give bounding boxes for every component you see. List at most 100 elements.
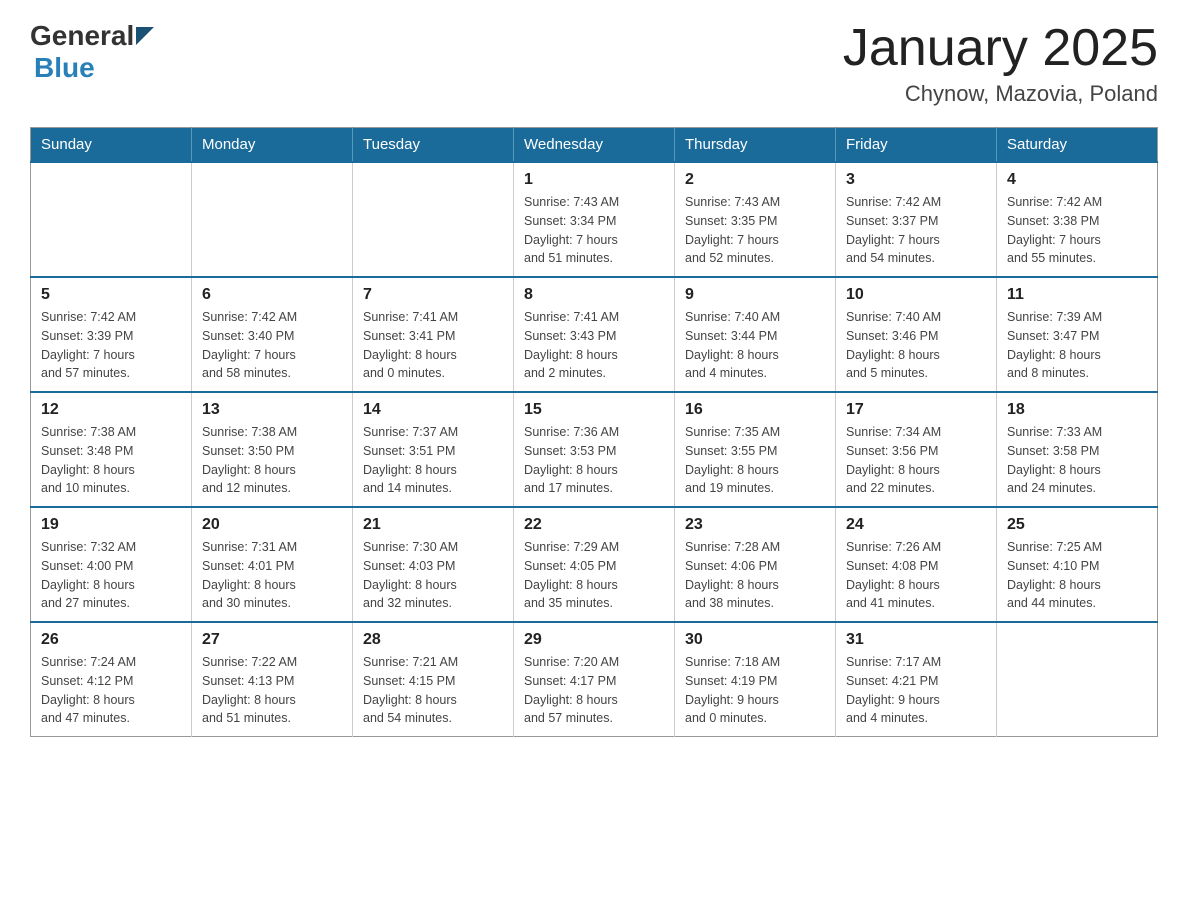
day-info: Sunrise: 7:25 AM Sunset: 4:10 PM Dayligh… [1007,538,1147,613]
calendar-cell-3-2: 21Sunrise: 7:30 AM Sunset: 4:03 PM Dayli… [353,507,514,622]
day-info: Sunrise: 7:32 AM Sunset: 4:00 PM Dayligh… [41,538,181,613]
day-info: Sunrise: 7:42 AM Sunset: 3:38 PM Dayligh… [1007,193,1147,268]
day-number: 6 [202,286,342,304]
calendar-cell-2-3: 15Sunrise: 7:36 AM Sunset: 3:53 PM Dayli… [514,392,675,507]
calendar-cell-1-3: 8 Sunrise: 7:41 AM Sunset: 3:43 PM Daylig… [514,277,675,392]
day-number: 19 [41,516,181,534]
day-number: 26 [41,631,181,649]
calendar-cell-2-0: 12 Sunrise: 7:38 AM Sunset: 3:48 PM Dayli… [31,392,192,507]
calendar-header-row: Sunday Monday Tuesday Wednesday Thursday… [31,128,1158,163]
calendar-row-0: 1 Sunrise: 7:43 AM Sunset: 3:34 PM Daylig… [31,162,1158,277]
calendar-cell-4-5: 31 Sunrise: 7:17 AM Sunset: 4:21 PM Dayli… [836,622,997,737]
day-info: Sunrise: 7:40 AM Sunset: 3:44 PM Dayligh… [685,308,825,383]
calendar-cell-1-1: 6Sunrise: 7:42 AM Sunset: 3:40 PM Daylig… [192,277,353,392]
day-number: 10 [846,286,986,304]
day-info: Sunrise: 7:41 AM Sunset: 3:43 PM Dayligh… [524,308,664,383]
calendar-cell-3-0: 19 Sunrise: 7:32 AM Sunset: 4:00 PM Dayli… [31,507,192,622]
day-info: Sunrise: 7:26 AM Sunset: 4:08 PM Dayligh… [846,538,986,613]
day-info: Sunrise: 7:40 AM Sunset: 3:46 PM Dayligh… [846,308,986,383]
day-info: Sunrise: 7:17 AM Sunset: 4:21 PM Dayligh… [846,653,986,728]
calendar-cell-1-4: 9 Sunrise: 7:40 AM Sunset: 3:44 PM Daylig… [675,277,836,392]
day-info: Sunrise: 7:29 AM Sunset: 4:05 PM Dayligh… [524,538,664,613]
calendar-cell-0-6: 4 Sunrise: 7:42 AM Sunset: 3:38 PM Daylig… [997,162,1158,277]
calendar-cell-4-3: 29 Sunrise: 7:20 AM Sunset: 4:17 PM Dayli… [514,622,675,737]
day-info: Sunrise: 7:33 AM Sunset: 3:58 PM Dayligh… [1007,423,1147,498]
day-info: Sunrise: 7:28 AM Sunset: 4:06 PM Dayligh… [685,538,825,613]
calendar-cell-2-2: 14Sunrise: 7:37 AM Sunset: 3:51 PM Dayli… [353,392,514,507]
day-number: 8 [524,286,664,304]
day-number: 22 [524,516,664,534]
header-friday: Friday [836,128,997,163]
day-number: 13 [202,401,342,419]
day-info: Sunrise: 7:21 AM Sunset: 4:15 PM Dayligh… [363,653,503,728]
day-info: Sunrise: 7:22 AM Sunset: 4:13 PM Dayligh… [202,653,342,728]
calendar-cell-3-5: 24 Sunrise: 7:26 AM Sunset: 4:08 PM Dayli… [836,507,997,622]
calendar-row-1: 5 Sunrise: 7:42 AM Sunset: 3:39 PM Daylig… [31,277,1158,392]
header-monday: Monday [192,128,353,163]
calendar-cell-2-4: 16 Sunrise: 7:35 AM Sunset: 3:55 PM Dayli… [675,392,836,507]
calendar-cell-1-2: 7 Sunrise: 7:41 AM Sunset: 3:41 PM Daylig… [353,277,514,392]
day-number: 9 [685,286,825,304]
day-info: Sunrise: 7:42 AM Sunset: 3:39 PM Dayligh… [41,308,181,383]
day-number: 2 [685,171,825,189]
day-number: 25 [1007,516,1147,534]
day-info: Sunrise: 7:38 AM Sunset: 3:48 PM Dayligh… [41,423,181,498]
day-info: Sunrise: 7:39 AM Sunset: 3:47 PM Dayligh… [1007,308,1147,383]
calendar-cell-1-0: 5 Sunrise: 7:42 AM Sunset: 3:39 PM Daylig… [31,277,192,392]
day-number: 20 [202,516,342,534]
header-thursday: Thursday [675,128,836,163]
day-number: 16 [685,401,825,419]
day-info: Sunrise: 7:38 AM Sunset: 3:50 PM Dayligh… [202,423,342,498]
logo-blue-text: Blue [34,52,95,83]
calendar-cell-4-0: 26 Sunrise: 7:24 AM Sunset: 4:12 PM Dayli… [31,622,192,737]
day-number: 27 [202,631,342,649]
calendar-cell-4-6 [997,622,1158,737]
day-number: 14 [363,401,503,419]
day-info: Sunrise: 7:20 AM Sunset: 4:17 PM Dayligh… [524,653,664,728]
logo: General Blue [30,20,154,84]
day-number: 1 [524,171,664,189]
day-number: 5 [41,286,181,304]
day-number: 31 [846,631,986,649]
day-info: Sunrise: 7:18 AM Sunset: 4:19 PM Dayligh… [685,653,825,728]
day-info: Sunrise: 7:42 AM Sunset: 3:37 PM Dayligh… [846,193,986,268]
day-number: 11 [1007,286,1147,304]
calendar-cell-4-4: 30 Sunrise: 7:18 AM Sunset: 4:19 PM Dayli… [675,622,836,737]
calendar-cell-3-6: 25 Sunrise: 7:25 AM Sunset: 4:10 PM Dayli… [997,507,1158,622]
calendar-cell-0-4: 2 Sunrise: 7:43 AM Sunset: 3:35 PM Daylig… [675,162,836,277]
day-info: Sunrise: 7:35 AM Sunset: 3:55 PM Dayligh… [685,423,825,498]
day-info: Sunrise: 7:31 AM Sunset: 4:01 PM Dayligh… [202,538,342,613]
header-tuesday: Tuesday [353,128,514,163]
calendar-cell-0-1 [192,162,353,277]
calendar-table: Sunday Monday Tuesday Wednesday Thursday… [30,127,1158,737]
calendar-cell-4-2: 28 Sunrise: 7:21 AM Sunset: 4:15 PM Dayli… [353,622,514,737]
day-number: 7 [363,286,503,304]
day-number: 28 [363,631,503,649]
logo-general-text: General [30,20,134,52]
calendar-cell-3-1: 20 Sunrise: 7:31 AM Sunset: 4:01 PM Dayli… [192,507,353,622]
calendar-cell-2-6: 18 Sunrise: 7:33 AM Sunset: 3:58 PM Dayli… [997,392,1158,507]
title-block: January 2025 Chynow, Mazovia, Poland [843,20,1158,107]
day-number: 17 [846,401,986,419]
day-info: Sunrise: 7:41 AM Sunset: 3:41 PM Dayligh… [363,308,503,383]
day-number: 18 [1007,401,1147,419]
calendar-cell-0-5: 3 Sunrise: 7:42 AM Sunset: 3:37 PM Daylig… [836,162,997,277]
calendar-cell-0-2 [353,162,514,277]
day-number: 29 [524,631,664,649]
calendar-row-4: 26 Sunrise: 7:24 AM Sunset: 4:12 PM Dayli… [31,622,1158,737]
calendar-cell-1-5: 10 Sunrise: 7:40 AM Sunset: 3:46 PM Dayli… [836,277,997,392]
day-info: Sunrise: 7:43 AM Sunset: 3:35 PM Dayligh… [685,193,825,268]
day-number: 24 [846,516,986,534]
header-sunday: Sunday [31,128,192,163]
day-number: 12 [41,401,181,419]
day-info: Sunrise: 7:43 AM Sunset: 3:34 PM Dayligh… [524,193,664,268]
day-number: 4 [1007,171,1147,189]
day-number: 3 [846,171,986,189]
calendar-row-3: 19 Sunrise: 7:32 AM Sunset: 4:00 PM Dayli… [31,507,1158,622]
logo-arrow-icon [136,27,154,45]
calendar-row-2: 12 Sunrise: 7:38 AM Sunset: 3:48 PM Dayli… [31,392,1158,507]
day-number: 30 [685,631,825,649]
day-info: Sunrise: 7:34 AM Sunset: 3:56 PM Dayligh… [846,423,986,498]
day-info: Sunrise: 7:24 AM Sunset: 4:12 PM Dayligh… [41,653,181,728]
calendar-subtitle: Chynow, Mazovia, Poland [843,81,1158,107]
